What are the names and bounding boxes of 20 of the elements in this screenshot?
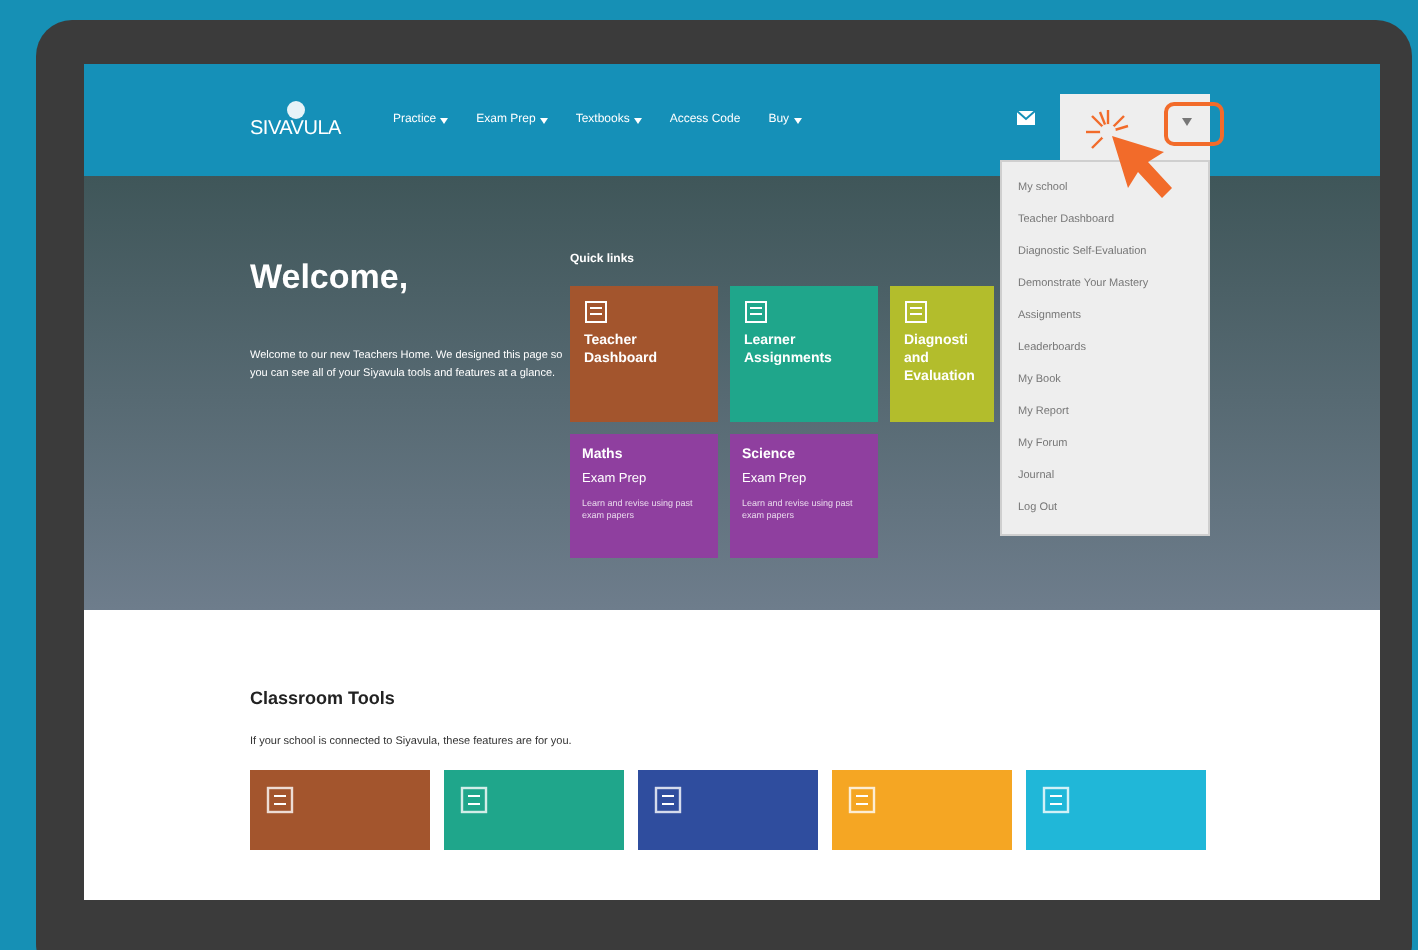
logo[interactable]: SIVAVULA	[250, 120, 341, 140]
caret-icon	[1181, 118, 1191, 126]
document-icon	[904, 300, 928, 324]
document-icon	[744, 300, 768, 324]
tool-tile[interactable]	[638, 769, 818, 850]
tool-icon	[654, 785, 682, 814]
tool-icon	[1042, 785, 1070, 814]
tool-tile[interactable]	[832, 769, 1012, 850]
tool-icon	[460, 785, 488, 814]
highlight-box	[1164, 102, 1224, 146]
tool-tile[interactable]	[250, 769, 430, 850]
tool-tile[interactable]	[1026, 769, 1206, 850]
document-icon	[584, 300, 608, 324]
tool-tile[interactable]	[444, 769, 624, 850]
welcome-heading: Welcome,	[250, 256, 411, 300]
logo-icon	[285, 100, 306, 120]
tool-icon	[266, 785, 294, 814]
mail-icon[interactable]	[1016, 110, 1036, 126]
tool-icon	[848, 785, 876, 814]
section-heading: Classroom Tools	[250, 686, 397, 712]
